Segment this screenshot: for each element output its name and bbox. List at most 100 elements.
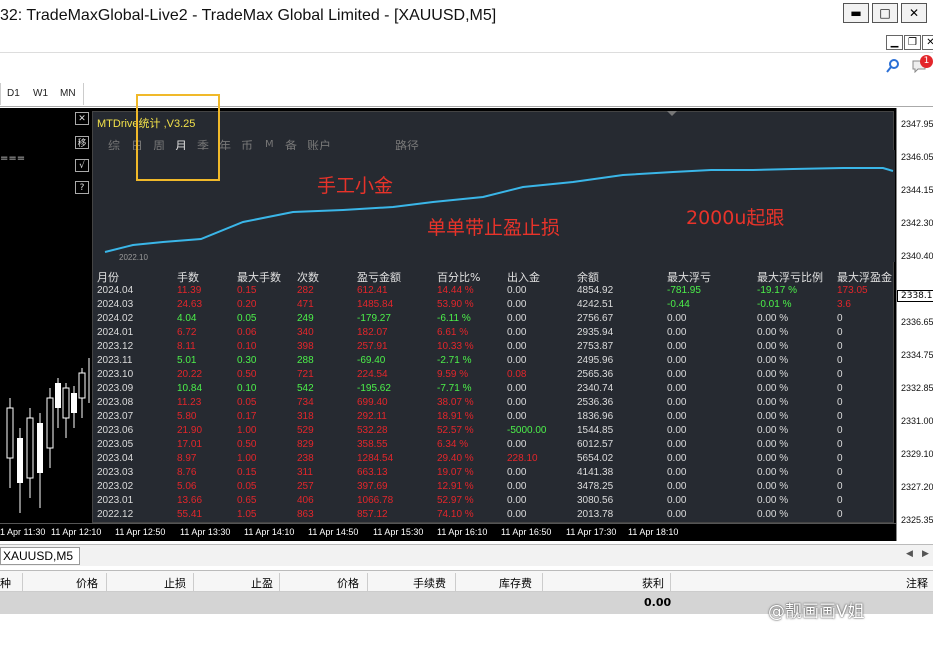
- cell-month: 2023.04: [97, 453, 134, 464]
- panel-help-button[interactable]: ?: [75, 181, 89, 194]
- annotation-min-deposit: 2000u起跟: [686, 207, 785, 229]
- cell-inout: 0.00: [507, 495, 527, 506]
- search-icon[interactable]: [886, 59, 900, 73]
- cell-pct: 12.91 %: [437, 481, 474, 492]
- panel-move-button[interactable]: 移: [75, 136, 89, 149]
- separator: [670, 573, 671, 591]
- cell-max-float: 0.00: [667, 313, 687, 324]
- tab-m[interactable]: M: [265, 139, 274, 150]
- col-month: 月份: [97, 271, 119, 284]
- cell-inout: 0.00: [507, 313, 527, 324]
- watermark: @靓画画V姐: [768, 602, 865, 622]
- cell-pct: 10.33 %: [437, 341, 474, 352]
- cell-max-float-pct: 0.00 %: [757, 453, 789, 464]
- col-lots: 手数: [177, 271, 199, 284]
- col-stop-loss[interactable]: 止损: [164, 575, 186, 591]
- col-swap[interactable]: 库存费: [499, 575, 532, 591]
- col-comment[interactable]: 注释: [906, 575, 928, 591]
- price-label: 2344.15: [901, 185, 933, 195]
- collapse-icon[interactable]: [667, 111, 677, 116]
- cell-month: 2022.12: [97, 509, 134, 520]
- cell-max-profit: 173.05: [837, 285, 868, 296]
- cell-max-float: 0.00: [667, 509, 687, 520]
- cell-lots: 8.11: [177, 341, 196, 352]
- cell-pct: 19.07 %: [437, 467, 474, 478]
- mdi-minimize-button[interactable]: ▁: [886, 35, 903, 50]
- mdi-restore-button[interactable]: ❐: [904, 35, 921, 50]
- col-pct: 百分比%: [437, 271, 481, 284]
- panel-close-button[interactable]: ✕: [75, 112, 89, 125]
- cell-max-profit: 0: [837, 439, 843, 450]
- cell-max-lots: 0.05: [237, 481, 257, 492]
- panel-check-button[interactable]: √: [75, 159, 89, 172]
- cell-pct: 6.61 %: [437, 327, 469, 338]
- tf-mn[interactable]: MN: [60, 88, 76, 99]
- total-profit: 0.00: [644, 596, 672, 609]
- price-label: 2331.00: [901, 416, 933, 426]
- tf-d1[interactable]: D1: [7, 88, 20, 99]
- cell-max-lots: 0.50: [237, 369, 257, 380]
- cell-pct: 6.34 %: [437, 439, 469, 450]
- indicator-lines: ===: [0, 153, 26, 164]
- scroll-left-icon[interactable]: ◀: [906, 549, 913, 559]
- cell-inout: 0.00: [507, 439, 527, 450]
- col-type[interactable]: 种: [0, 575, 11, 591]
- col-max-lots: 最大手数: [237, 271, 281, 284]
- price-label: 2332.85: [901, 383, 933, 393]
- cell-pnl: 857.12: [357, 509, 388, 520]
- cell-month: 2023.05: [97, 439, 134, 450]
- cell-pnl: 224.54: [357, 369, 388, 380]
- cell-balance: 2340.74: [577, 383, 614, 394]
- cell-pnl: 182.07: [357, 327, 388, 338]
- cell-pnl: 257.91: [357, 341, 388, 352]
- separator: [455, 573, 456, 591]
- cell-balance: 2013.78: [577, 509, 614, 520]
- cell-month: 2023.12: [97, 341, 134, 352]
- time-label: 11 Apr 12:10: [51, 527, 102, 537]
- cell-max-lots: 0.10: [237, 383, 257, 394]
- minimize-button[interactable]: ▬: [843, 3, 869, 23]
- col-commission[interactable]: 手续费: [413, 575, 446, 591]
- price-label: 2340.40: [901, 251, 933, 261]
- cell-month: 2023.06: [97, 425, 134, 436]
- cell-pct: 53.90 %: [437, 299, 474, 310]
- cell-max-float: 0.00: [667, 355, 687, 366]
- col-current-price[interactable]: 价格: [337, 575, 359, 591]
- cell-pct: -7.71 %: [437, 383, 472, 394]
- col-open-price[interactable]: 价格: [76, 575, 98, 591]
- cell-max-float: 0.00: [667, 369, 687, 380]
- time-label: 11 Apr 18:10: [628, 527, 679, 537]
- cell-max-lots: 0.06: [237, 327, 257, 338]
- col-take-profit[interactable]: 止盈: [251, 575, 273, 591]
- cell-balance: 1544.85: [577, 425, 614, 436]
- tf-w1[interactable]: W1: [33, 88, 48, 99]
- mdi-close-button[interactable]: ✕: [922, 35, 933, 50]
- cell-balance: 2536.36: [577, 397, 614, 408]
- cell-max-lots: 1.00: [237, 453, 257, 464]
- close-button[interactable]: ✕: [901, 3, 927, 23]
- maximize-button[interactable]: □: [872, 3, 898, 23]
- cell-lots: 5.06: [177, 481, 197, 492]
- cell-max-lots: 0.30: [237, 355, 257, 366]
- minimize-icon: ▬: [850, 6, 862, 20]
- cell-max-lots: 0.05: [237, 397, 257, 408]
- cell-pnl: 699.40: [357, 397, 388, 408]
- cell-count: 734: [297, 397, 314, 408]
- separator: [367, 573, 368, 591]
- cell-max-float: 0.00: [667, 327, 687, 338]
- cell-max-float-pct: 0.00 %: [757, 425, 789, 436]
- cell-max-float-pct: 0.00 %: [757, 495, 789, 506]
- curve-start-label: 2022.10: [119, 253, 148, 262]
- cell-balance: 2495.96: [577, 355, 614, 366]
- cell-max-float: 0.00: [667, 397, 687, 408]
- cell-pct: 52.57 %: [437, 425, 474, 436]
- scroll-right-icon[interactable]: ▶: [922, 549, 929, 559]
- title-bar: 32: TradeMaxGlobal-Live2 - TradeMax Glob…: [0, 0, 933, 33]
- chart-tab-xauusd[interactable]: XAUUSD,M5: [0, 547, 80, 565]
- cell-max-float-pct: 0.00 %: [757, 313, 789, 324]
- cell-lots: 11.39: [177, 285, 202, 296]
- cell-max-profit: 3.6: [837, 299, 851, 310]
- cell-max-float: 0.00: [667, 425, 687, 436]
- cell-pnl: 532.28: [357, 425, 388, 436]
- col-profit[interactable]: 获利: [642, 575, 664, 591]
